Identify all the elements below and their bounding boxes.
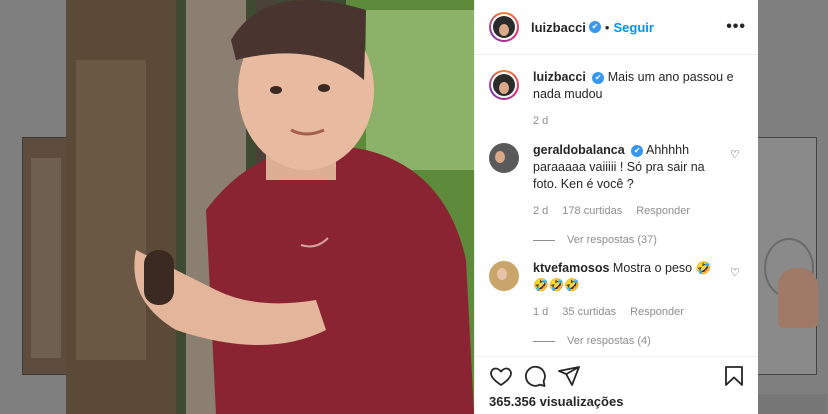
caption-username[interactable]: luizbacci <box>533 70 586 84</box>
comment-heart-icon[interactable]: ♡ <box>730 260 744 279</box>
commenter-username[interactable]: ktvefamosos <box>533 261 609 275</box>
author-avatar[interactable] <box>489 12 519 42</box>
comments-list[interactable]: luizbacci ✔ Mais um ano passou e nada mu… <box>475 55 758 356</box>
heart-icon[interactable] <box>489 364 513 388</box>
view-replies-label: Ver respostas (4) <box>567 335 651 347</box>
background-post-thumbnail[interactable] <box>757 394 827 414</box>
comment-time[interactable]: 2 d <box>533 203 548 220</box>
bookmark-icon[interactable] <box>722 364 746 388</box>
verified-badge-icon: ✔ <box>631 144 644 157</box>
comment-icon[interactable] <box>523 364 547 388</box>
commenter-username[interactable]: geraldobalanca <box>533 143 625 157</box>
author-username[interactable]: luizbacci <box>531 20 586 35</box>
author-avatar[interactable] <box>489 70 519 100</box>
comment-heart-icon[interactable]: ♡ <box>730 142 744 161</box>
reply-button[interactable]: Responder <box>630 304 684 321</box>
comment-likes[interactable]: 35 curtidas <box>562 304 616 321</box>
post-video[interactable] <box>66 0 474 414</box>
separator-dot: • <box>604 19 610 35</box>
more-options-icon[interactable]: ••• <box>726 18 746 36</box>
replies-divider <box>533 239 555 241</box>
comment-item: ktvefamosos Mostra o peso 🤣🤣🤣🤣 1 d 35 cu… <box>489 260 744 321</box>
caption-time[interactable]: 2 d <box>533 113 548 130</box>
replies-divider <box>533 340 555 342</box>
comment-time[interactable]: 1 d <box>533 304 548 321</box>
action-bar <box>475 356 758 394</box>
view-count: 365.356 visualizações <box>489 394 624 409</box>
background-post-thumbnail[interactable] <box>757 137 818 375</box>
post-caption: luizbacci ✔ Mais um ano passou e nada mu… <box>489 69 744 130</box>
share-icon[interactable] <box>557 364 581 388</box>
post-side-panel: luizbacci ✔ • Seguir ••• luizbacci ✔ Mai… <box>474 0 758 414</box>
view-replies-button[interactable]: Ver respostas (37) <box>533 234 744 246</box>
comment-item: geraldobalanca ✔ Ahhhhh paraaaaa vaiiiii… <box>489 142 744 220</box>
verified-badge-icon: ✔ <box>588 21 601 33</box>
video-frame <box>66 0 474 414</box>
post-header: luizbacci ✔ • Seguir ••• <box>475 0 758 55</box>
commenter-avatar[interactable] <box>489 143 519 173</box>
commenter-avatar[interactable] <box>489 261 519 291</box>
post-modal: luizbacci ✔ • Seguir ••• luizbacci ✔ Mai… <box>66 0 758 414</box>
follow-button[interactable]: Seguir <box>613 20 653 35</box>
reply-button[interactable]: Responder <box>636 203 690 220</box>
comment-likes[interactable]: 178 curtidas <box>562 203 622 220</box>
view-replies-button[interactable]: Ver respostas (4) <box>533 335 744 347</box>
background-post-thumbnail[interactable] <box>22 137 68 375</box>
verified-badge-icon: ✔ <box>592 71 605 84</box>
view-replies-label: Ver respostas (37) <box>567 234 657 246</box>
